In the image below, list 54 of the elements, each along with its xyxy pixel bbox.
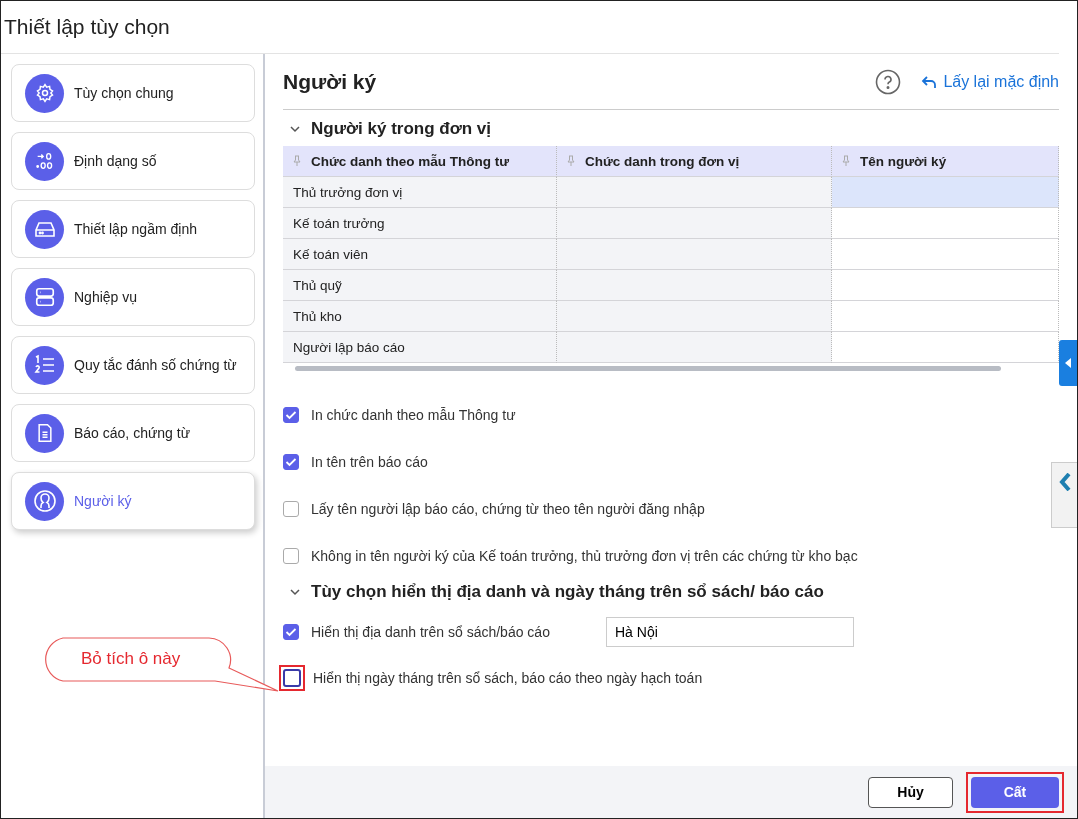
number-format-icon [25, 141, 64, 181]
pin-icon [567, 155, 575, 167]
checkbox-label: Hiển thị địa danh trên sổ sách/báo cáo [311, 623, 551, 642]
checkbox[interactable] [283, 624, 299, 640]
table-cell: Thủ quỹ [283, 270, 557, 301]
sidebar-item[interactable]: Định dạng số [11, 132, 255, 190]
callout-text: Bỏ tích ô này [81, 649, 181, 669]
numbered-list-icon [25, 345, 64, 385]
table-cell: Người lập báo cáo [283, 332, 557, 363]
checkbox[interactable] [283, 500, 299, 517]
save-button[interactable]: Cất [971, 776, 1059, 808]
checkbox[interactable] [283, 453, 299, 470]
cancel-button[interactable]: Hủy [868, 776, 953, 808]
column-header[interactable]: Chức danh theo mẫu Thông tư [283, 146, 557, 177]
side-panel-tab[interactable] [1051, 462, 1077, 528]
checkbox[interactable] [283, 547, 299, 564]
collapse-tab[interactable] [1059, 340, 1077, 386]
checkbox[interactable] [283, 406, 299, 423]
checkbox-label: Hiển thị ngày tháng trên sổ sách, báo cáo theo ngày hạch toán [313, 669, 703, 688]
table-cell: Kế toán trưởng [283, 208, 557, 239]
chevron-left-icon [1058, 473, 1071, 491]
sidebar-item[interactable]: Người ký [11, 472, 255, 530]
table-cell: Thủ trưởng đơn vị [283, 177, 557, 208]
document-icon [25, 413, 64, 453]
checkbox-label: Không in tên người ký của Kế toán trưởng, thủ trưởng đơn vị trên các chứng từ kho bạc [311, 546, 858, 566]
checkbox-label: In tên trên báo cáo [311, 452, 428, 472]
triangle-left-icon [1065, 358, 1071, 368]
column-header[interactable]: Tên người ký [832, 146, 1059, 177]
pin-icon [842, 155, 850, 167]
chevron-down-icon [289, 586, 301, 598]
section-header[interactable]: Tùy chọn hiển thị địa danh và ngày tháng trên sổ sách/ báo cáo [283, 579, 1059, 603]
place-name-field[interactable]: Hà Nội [606, 617, 854, 647]
reset-default-link[interactable]: Lấy lại mặc định [921, 72, 1059, 91]
checkbox-label: Lấy tên người lập báo cáo, chứng từ theo tên người đăng nhập [311, 499, 705, 519]
server-icon [25, 277, 64, 317]
gear-icon [25, 73, 64, 113]
sidebar-item[interactable]: Nghiệp vụ [11, 268, 255, 326]
checkbox-label: In chức danh theo mẫu Thông tư [311, 405, 516, 425]
person-circle-icon [25, 481, 64, 521]
sidebar-item[interactable]: Tùy chọn chung [11, 64, 255, 122]
table-cell: Thủ kho [283, 301, 557, 332]
page-title: Người ký [283, 69, 378, 94]
sidebar-item[interactable]: Báo cáo, chứng từ [11, 404, 255, 462]
chevron-down-icon [289, 123, 301, 135]
window-title: Thiết lập tùy chọn [4, 15, 170, 39]
drive-icon [25, 209, 64, 249]
column-header[interactable]: Chức danh trong đơn vị [557, 146, 832, 177]
help-icon[interactable] [875, 68, 902, 95]
table-cell: Kế toán viên [283, 239, 557, 270]
undo-arrow-icon [921, 74, 938, 89]
section-header[interactable]: Người ký trong đơn vị [283, 110, 1059, 140]
sidebar-item[interactable]: Quy tắc đánh số chứng từ [11, 336, 255, 394]
sidebar-item[interactable]: Thiết lập ngầm định [11, 200, 255, 258]
pin-icon [293, 155, 301, 167]
